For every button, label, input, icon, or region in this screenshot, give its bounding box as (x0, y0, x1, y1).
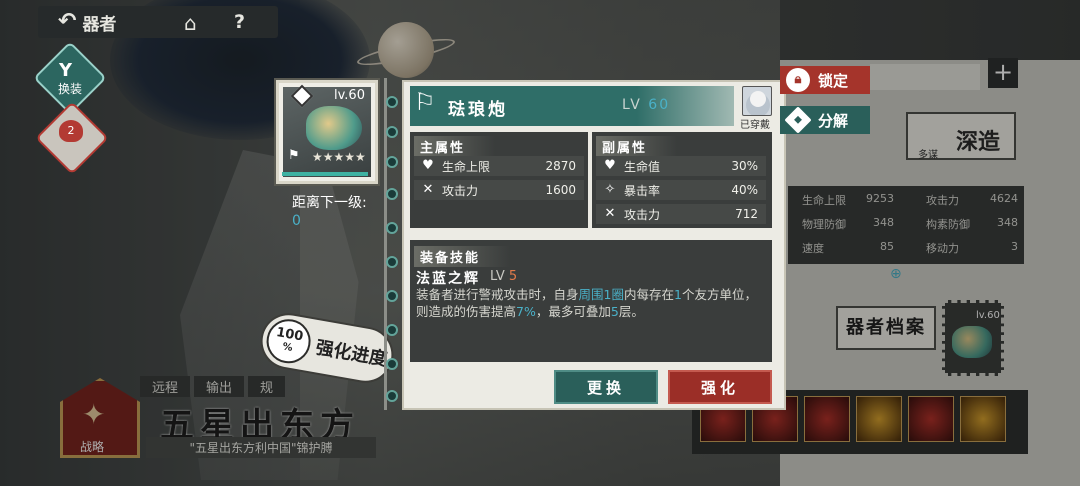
equipped-character-avatar[interactable] (742, 86, 772, 116)
stat-value: 1600 (545, 183, 576, 197)
binder-ring-icon (386, 222, 398, 234)
replace-button[interactable]: 更换 (554, 370, 658, 404)
binder-ring-icon (386, 390, 398, 402)
lock-label: 锁定 (818, 71, 849, 90)
dismantle-icon: ◆ (784, 106, 812, 134)
sub-attributes-title: 副属性 (596, 136, 678, 157)
dismantle-button[interactable]: ◆ 分解 (780, 106, 870, 134)
skill-level-value: 5 (508, 269, 518, 284)
main-attr-row: ✕ 攻击力 1600 (414, 180, 584, 200)
binder-ring-icon (386, 96, 398, 108)
sub-attr-row: ✕ 攻击力 712 (596, 204, 766, 224)
flag-icon: ⚑ (288, 148, 300, 163)
top-bar: ↶ 器者 ⌂ ? (38, 6, 278, 38)
stat-name: 攻击力 (624, 207, 661, 222)
crit-sparkle-icon: ✧ (604, 182, 616, 197)
next-level-label: 距离下一级: (292, 195, 367, 211)
stat-name: 攻击力 (442, 183, 479, 198)
crossed-swords-icon: ✕ (422, 182, 434, 197)
skill-desc-highlight: 5 (610, 304, 619, 319)
decorative-stamps (410, 380, 550, 402)
skill-description: 装备者进行警戒攻击时，自身周围1圈内每存在1个友方单位，则造成的伤害提高7%，最… (416, 286, 762, 320)
main-attributes-title: 主属性 (414, 136, 496, 157)
skill-desc-text: ，最多可叠加 (535, 304, 611, 319)
help-icon[interactable]: ? (234, 11, 245, 33)
skill-desc-highlight: 1 (673, 287, 682, 302)
sub-attr-row: ✧ 暴击率 40% (596, 180, 766, 200)
binder-ring-icon (386, 126, 398, 138)
back-arrow-icon: ↶ (58, 9, 77, 34)
outfit-icon: Y (59, 60, 73, 81)
next-level-value: 0 (292, 213, 301, 229)
crossed-swords-icon: ✕ (604, 206, 616, 221)
heart-icon: 2 (59, 120, 83, 142)
stat-name: 生命上限 (442, 159, 491, 174)
progress-circle: 100 % (263, 315, 315, 367)
equipment-level: LV 60 (622, 97, 670, 113)
equipment-level-prefix: LV (622, 97, 642, 113)
dismantle-label: 分解 (818, 111, 849, 130)
equipment-card-level: lv.60 (334, 88, 365, 103)
equipment-name: 琺琅炮 (448, 100, 508, 120)
star-rating: ★★★★★ (312, 150, 366, 164)
skill-desc-text: 内每存在 (623, 287, 674, 302)
cannon-icon (306, 106, 362, 150)
equipment-level-value: 60 (648, 97, 671, 113)
flag-icon: ⚐ (414, 88, 436, 116)
stat-value: 712 (735, 207, 758, 221)
main-attr-row: ♥ 生命上限 2870 (414, 156, 584, 176)
stat-value: 30% (731, 159, 758, 173)
stat-value: 2870 (545, 159, 576, 173)
back-label: 器者 (82, 14, 117, 35)
stat-value: 40% (731, 183, 758, 197)
skill-desc-text: 层。 (618, 304, 644, 319)
equipment-card-bar (282, 172, 368, 176)
next-level-info: 距离下一级: 0 (292, 194, 367, 230)
stat-name: 生命值 (624, 159, 661, 174)
equipped-label: 已穿戴 (740, 120, 770, 131)
swap-outfit-label: 换装 (57, 82, 82, 96)
home-icon[interactable]: ⌂ (184, 11, 197, 35)
lock-icon: 🔒︎ (786, 68, 810, 92)
progress-label: 强化进度 (314, 337, 389, 371)
heart-icon: ♥ (604, 158, 616, 173)
stat-name: 暴击率 (624, 183, 661, 198)
skill-level-prefix: LV (490, 269, 505, 284)
heart-icon: ♥ (422, 158, 434, 173)
lock-button[interactable]: 🔒︎ 锁定 (780, 66, 870, 94)
binder-ring-icon (386, 156, 398, 168)
progress-percent-sign: % (281, 341, 294, 354)
binder-ring-icon (386, 256, 398, 268)
back-button[interactable]: ↶ 器者 (38, 10, 116, 35)
skill-desc-highlight: 7% (516, 304, 536, 319)
skill-name: 法蓝之辉 (416, 271, 480, 287)
equipment-skill-title: 装备技能 (414, 246, 511, 267)
binder-ring-icon (386, 324, 398, 336)
skill-desc-highlight: 周围1圈 (578, 287, 624, 302)
enhance-button[interactable]: 强化 (668, 370, 772, 404)
skill-desc-text: 装备者进行警戒攻击时，自身 (416, 287, 579, 302)
sub-attr-row: ♥ 生命值 30% (596, 156, 766, 176)
binder-ring-icon (386, 188, 398, 200)
binder-ring-icon (386, 358, 398, 370)
skill-level: LV 5 (490, 269, 517, 284)
binder-ring-icon (386, 290, 398, 302)
